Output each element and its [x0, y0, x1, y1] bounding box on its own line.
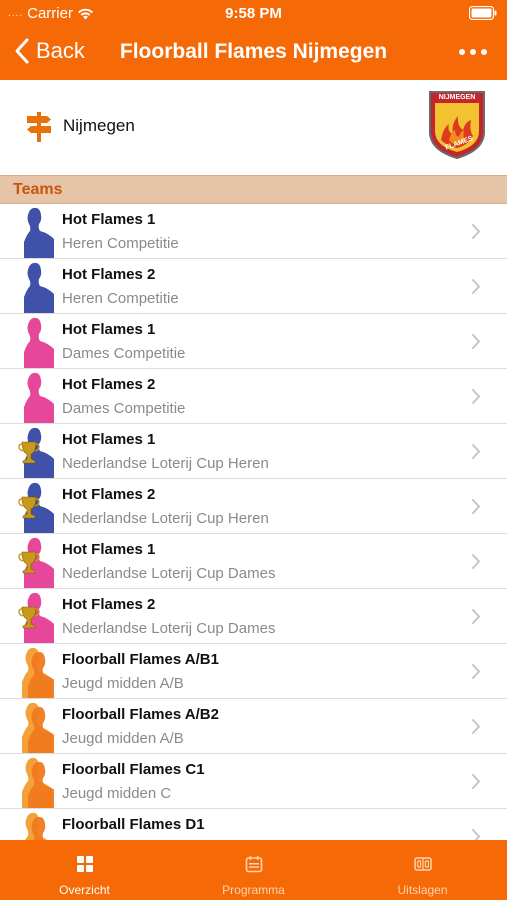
team-row[interactable]: Floorball Flames A/B1 Jeugd midden A/B — [0, 644, 507, 699]
team-name: Hot Flames 1 — [62, 541, 156, 558]
tab-label: Uitslagen — [397, 883, 448, 897]
team-name: Hot Flames 2 — [62, 266, 156, 283]
team-row[interactable]: Hot Flames 1 Heren Competitie — [0, 204, 507, 259]
team-row[interactable]: Floorball Flames D1 — [0, 809, 507, 840]
chevron-right-icon — [472, 334, 480, 349]
team-row[interactable]: Floorball Flames A/B2 Jeugd midden A/B — [0, 699, 507, 754]
status-time: 9:58 PM — [225, 5, 282, 22]
chevron-right-icon — [472, 664, 480, 679]
team-competition: Heren Competitie — [62, 290, 179, 307]
more-options-button[interactable] — [453, 40, 493, 64]
section-title: Teams — [13, 181, 63, 198]
more-dot-icon — [470, 49, 476, 55]
more-dot-icon — [459, 49, 465, 55]
club-logo: NIJMEGEN FLAMES — [429, 91, 485, 160]
team-row[interactable]: Hot Flames 2 Nederlandse Loterij Cup Here… — [0, 479, 507, 534]
men-cup-icon — [18, 482, 54, 533]
team-competition: Jeugd midden C — [62, 785, 172, 802]
tab-programma[interactable]: Programma — [169, 840, 338, 900]
status-bar: .... Carrier 9:58 PM — [0, 0, 507, 26]
team-row[interactable]: Hot Flames 1 Dames Competitie — [0, 314, 507, 369]
team-name: Hot Flames 2 — [62, 376, 156, 393]
team-name: Hot Flames 2 — [62, 486, 156, 503]
youth-silhouette-icon — [22, 757, 54, 808]
women-silhouette-icon — [24, 372, 54, 423]
chevron-left-icon — [15, 38, 29, 64]
women-cup-icon — [18, 592, 54, 643]
back-button[interactable]: Back — [14, 37, 85, 65]
team-row[interactable]: Hot Flames 2 Dames Competitie — [0, 369, 507, 424]
chevron-right-icon — [472, 609, 480, 624]
chevron-right-icon — [472, 554, 480, 569]
chevron-right-icon — [472, 719, 480, 734]
signpost-icon — [27, 112, 51, 142]
team-row[interactable]: Hot Flames 2 Heren Competitie — [0, 259, 507, 314]
svg-text:NIJMEGEN: NIJMEGEN — [439, 94, 476, 101]
chevron-right-icon — [472, 224, 480, 239]
team-name: Floorball Flames A/B2 — [62, 706, 219, 723]
women-cup-icon — [18, 537, 54, 588]
team-competition: Jeugd midden A/B — [62, 675, 184, 692]
team-name: Hot Flames 1 — [62, 431, 156, 448]
team-name: Floorball Flames A/B1 — [62, 651, 219, 668]
chevron-right-icon — [472, 829, 480, 840]
chevron-right-icon — [472, 389, 480, 404]
chevron-right-icon — [472, 774, 480, 789]
youth-silhouette-icon — [22, 702, 54, 753]
club-city: Nijmegen — [63, 116, 135, 135]
tab-label: Programma — [222, 883, 285, 897]
navigation-bar: Back Floorball Flames Nijmegen — [0, 30, 507, 74]
tab-uitslagen[interactable]: Uitslagen — [338, 840, 507, 900]
section-header-teams: Teams — [0, 175, 507, 204]
team-row[interactable]: Hot Flames 2 Nederlandse Loterij Cup Dame… — [0, 589, 507, 644]
team-competition: Jeugd midden A/B — [62, 730, 184, 747]
team-name: Floorball Flames C1 — [62, 761, 205, 778]
youth-silhouette-icon — [25, 812, 48, 840]
club-info: Nijmegen NIJMEGEN FLAMES — [0, 80, 507, 175]
team-list[interactable]: Hot Flames 1 Heren Competitie Hot Flames 2… — [0, 204, 507, 840]
calendar-icon — [245, 856, 262, 873]
tab-overzicht[interactable]: Overzicht — [0, 840, 169, 900]
men-cup-icon — [18, 427, 54, 478]
chevron-right-icon — [472, 499, 480, 514]
men-silhouette-icon — [24, 207, 54, 258]
chevron-right-icon — [472, 279, 480, 294]
chevron-right-icon — [472, 444, 480, 459]
team-competition: Nederlandse Loterij Cup Heren — [62, 455, 269, 472]
team-name: Hot Flames 2 — [62, 596, 156, 613]
battery-icon — [469, 6, 497, 20]
team-row[interactable]: Floorball Flames C1 Jeugd midden C — [0, 754, 507, 809]
women-silhouette-icon — [24, 317, 54, 368]
scoreboard-icon — [413, 857, 432, 871]
grid-icon — [76, 856, 93, 872]
tab-label: Overzicht — [59, 883, 110, 897]
team-competition: Nederlandse Loterij Cup Dames — [62, 565, 276, 582]
team-row[interactable]: Hot Flames 1 Nederlandse Loterij Cup Here… — [0, 424, 507, 479]
more-dot-icon — [481, 49, 487, 55]
team-competition: Heren Competitie — [62, 235, 179, 252]
team-name: Floorball Flames D1 — [62, 816, 205, 833]
men-silhouette-icon — [24, 262, 54, 313]
team-row[interactable]: Hot Flames 1 Nederlandse Loterij Cup Dame… — [0, 534, 507, 589]
team-competition: Dames Competitie — [62, 345, 186, 362]
back-label: Back — [36, 38, 85, 63]
youth-silhouette-icon — [22, 647, 54, 698]
team-name: Hot Flames 1 — [62, 321, 156, 338]
team-competition: Nederlandse Loterij Cup Dames — [62, 620, 276, 637]
app-header: .... Carrier 9:58 PM Back Floorball Flam… — [0, 0, 507, 80]
team-name: Hot Flames 1 — [62, 211, 156, 228]
tab-bar: Overzicht Programma Uitslagen — [0, 840, 507, 900]
team-competition: Dames Competitie — [62, 400, 186, 417]
team-competition: Nederlandse Loterij Cup Heren — [62, 510, 269, 527]
